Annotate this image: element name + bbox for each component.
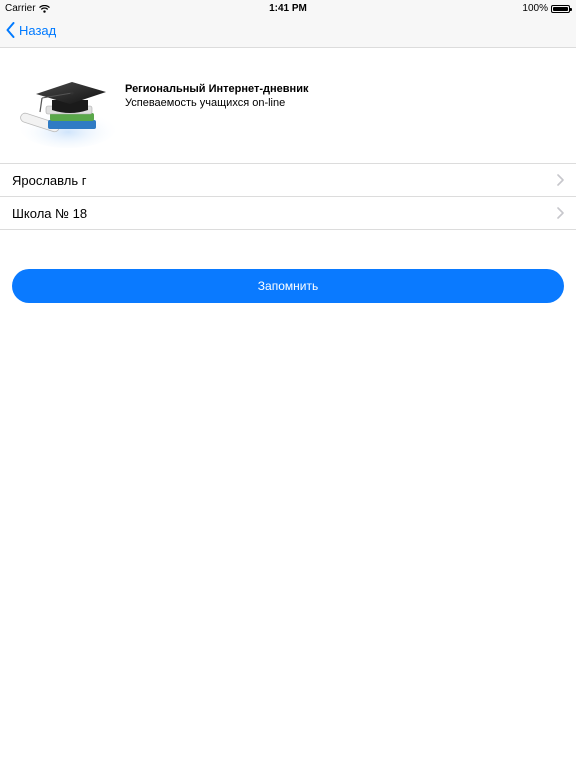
battery-icon: [551, 4, 572, 13]
list-item-label: Школа № 18: [12, 206, 88, 221]
back-button[interactable]: Назад: [6, 22, 56, 38]
graduation-cap-books-icon: [20, 82, 116, 148]
chevron-left-icon: [6, 22, 15, 38]
list-item-label: Ярославль г: [12, 173, 87, 188]
battery-percent: 100%: [522, 3, 548, 14]
save-button[interactable]: Запомнить: [12, 269, 564, 303]
status-bar: Carrier 1:41 PM 100%: [0, 0, 576, 16]
navigation-bar: Назад: [0, 16, 576, 48]
save-button-label: Запомнить: [257, 279, 319, 293]
list-item-school[interactable]: Школа № 18: [0, 197, 576, 230]
selection-list: Ярославль г Школа № 18: [0, 163, 576, 230]
battery-indicator: 100%: [522, 3, 572, 14]
chevron-right-icon: [557, 207, 564, 219]
header-title: Региональный Интернет-дневник: [125, 83, 309, 95]
status-time: 1:41 PM: [269, 3, 307, 14]
back-button-label: Назад: [19, 22, 57, 38]
header-subtitle: Успеваемость учащихся on-line: [125, 97, 286, 109]
list-item-city[interactable]: Ярославль г: [0, 164, 576, 197]
app-header: Региональный Интернет-дневник Успеваемос…: [0, 49, 576, 163]
chevron-right-icon: [557, 174, 564, 186]
